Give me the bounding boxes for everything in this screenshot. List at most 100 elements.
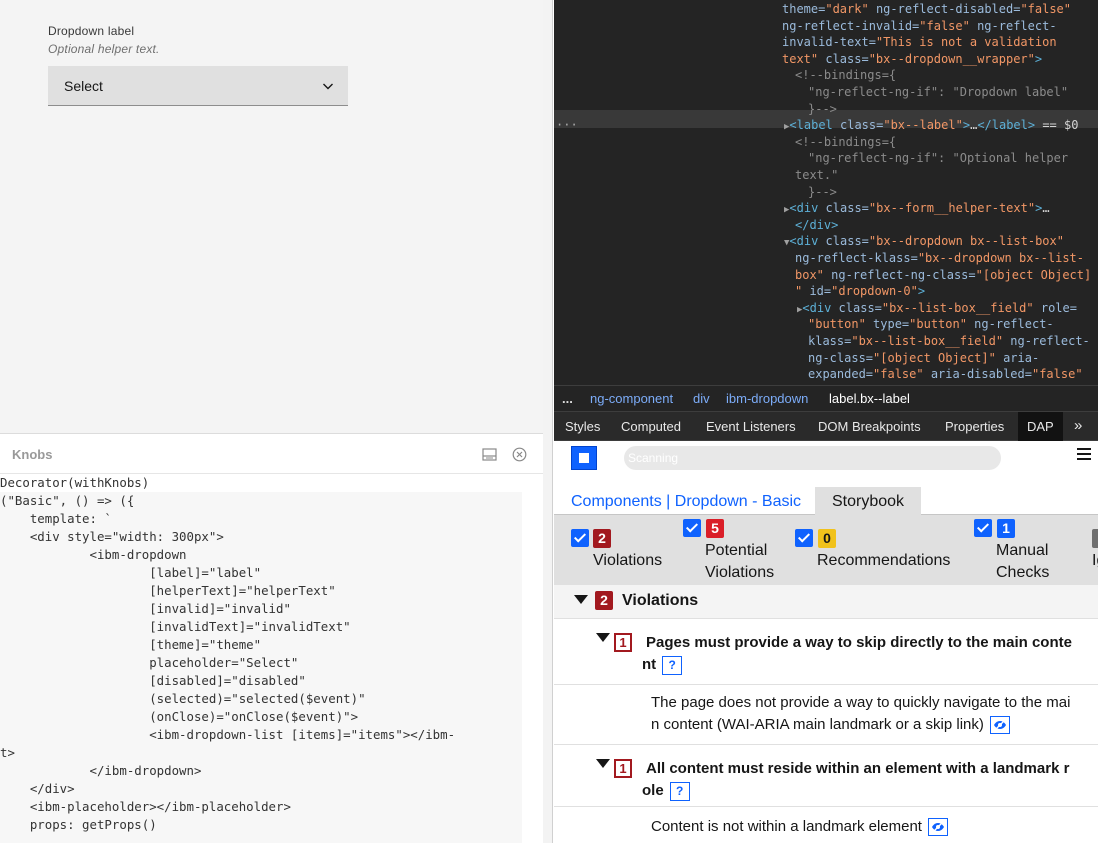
tab-properties[interactable]: Properties [945,419,1004,434]
issue-counts: 2 Violations 5 Potential Violations 0 Re… [554,515,1098,585]
dom-token: "dropdown-0" [831,284,918,299]
dom-token: ng-class= [808,350,874,365]
rule-group[interactable]: 1 All content must reside within an elem… [554,745,1098,807]
dom-token: box" [795,267,824,282]
dom-token: role= [1033,300,1077,315]
caret-down-icon[interactable] [574,595,588,604]
tab-dap[interactable]: DAP [1018,412,1063,441]
breadcrumb-item-ibm-dropdown[interactable]: ibm-dropdown [726,391,808,406]
tab-dom-breakpoints[interactable]: DOM Breakpoints [818,419,921,434]
rule-group[interactable]: 1 Pages must provide a way to skip direc… [554,619,1098,685]
dom-node-line[interactable]: expanded="false" aria-disabled="false" [808,366,1083,382]
code-line: [invalid]="invalid" [0,601,291,616]
dom-token: "[object Object] [975,267,1092,282]
dom-node-line[interactable]: <!--bindings={ [795,67,896,83]
issue-message-text: Content is not within a landmark element [651,818,922,835]
knobs-header: Knobs [0,434,543,474]
tab-event-listeners[interactable]: Event Listeners [706,419,796,434]
issue-item[interactable]: The page does not provide a way to quick… [554,685,1098,745]
issue-message-line2-text: n content (WAI-ARIA main landmark or a s… [651,716,984,733]
dom-token: <div [789,234,819,249]
violations-section-header[interactable]: 2 Violations [554,585,1098,619]
stop-icon [579,453,589,463]
dropdown-label: Dropdown label [48,24,135,38]
stop-scan-button[interactable] [571,446,597,470]
pane-splitter[interactable] [543,0,553,843]
dom-node-line[interactable]: ng-reflect-klass="bx--dropdown bx--list- [795,250,1084,266]
caret-down-icon[interactable] [596,633,610,642]
eye-icon[interactable] [989,716,1010,735]
dom-node-line[interactable]: " id="dropdown-0"> [795,283,925,299]
dap-toolbar: Scanning [554,441,1098,487]
dom-token: type= [865,317,910,332]
dom-token: theme= [782,2,826,16]
issue-message-line1: The page does not provide a way to quick… [651,694,1071,711]
dom-node-line[interactable]: ▶<div class="bx--form__helper-text">… [784,200,1050,218]
code-line: Decorator(withKnobs) [0,475,150,490]
dropdown-field[interactable]: Select [48,66,348,106]
dom-node-line[interactable]: box" ng-reflect-ng-class="[object Object… [795,267,1091,283]
issue-item[interactable]: Content is not within a landmark element [554,807,1098,843]
issue-message: Content is not within a landmark element [651,816,948,838]
code-line: ("Basic", () => ({ [0,493,135,508]
hamburger-menu-icon[interactable] [1077,447,1091,461]
dom-token: </div> [795,217,839,232]
dom-node-line[interactable]: </div> [795,217,838,233]
violations-label: Violations [593,552,663,569]
tab-styles[interactable]: Styles [565,419,600,434]
row-ellipsis[interactable]: ··· [556,117,578,133]
dom-node-line[interactable]: ▶<div class="bx--list-box__field" role= [797,300,1077,318]
recommendations-checkbox[interactable] [795,529,813,547]
dom-node-line[interactable]: "ng-reflect-ng-if": "Dropdown label" [808,84,1068,100]
breadcrumb-ellipsis[interactable]: ... [562,391,573,406]
dom-node-line[interactable]: klass="bx--list-box__field" ng-reflect- [808,333,1090,349]
dom-node-line[interactable]: }--> [808,184,837,200]
dom-token: class= [818,201,869,216]
dom-node-line[interactable]: "ng-reflect-ng-if": "Optional helper [808,150,1068,166]
dom-node-line[interactable]: ng-class="[object Object]" aria- [808,350,1039,366]
breadcrumb-item-label[interactable]: label.bx--label [829,391,910,406]
dom-node-line[interactable]: "button" type="button" ng-reflect- [808,316,1054,332]
code-line: t> [0,745,15,760]
eye-icon[interactable] [927,818,948,837]
code-line: <ibm-dropdown [0,547,187,562]
code-line: placeholder="Select" [0,655,299,670]
section-title: Violations [622,592,699,609]
breadcrumb-item-ng-component[interactable]: ng-component [590,391,673,406]
potential-violations-checkbox[interactable] [683,519,701,537]
help-button[interactable]: ? [669,781,690,801]
ignored-label: Ig [1092,552,1098,569]
dom-token: "ng-reflect-ng-if": "Optional helper [808,151,1069,166]
dom-node-line[interactable]: theme="dark" ng-reflect-disabled="false" [782,1,1071,17]
violations-checkbox[interactable] [571,529,589,547]
caret-down-icon[interactable] [596,759,610,768]
dom-node-line[interactable]: <!--bindings={ [795,134,896,150]
tab-page-results[interactable]: Components | Dropdown - Basic [571,487,801,515]
dom-token: class= [818,234,869,249]
help-button[interactable]: ? [662,655,683,675]
dom-token: <div [802,300,832,315]
more-tabs-icon[interactable]: » [1074,417,1082,434]
breadcrumb-item-div[interactable]: div [693,391,710,406]
dom-token: "false" [873,367,924,382]
dom-node-line[interactable]: ng-reflect-invalid="false" ng-reflect- [782,18,1057,34]
dom-node-line[interactable]: invalid-text="This is not a validation [782,34,1057,50]
dom-token: "bx--label" [883,118,963,133]
issue-message: The page does not provide a way to quick… [651,692,1070,736]
dock-panel-icon[interactable] [482,447,497,462]
dom-node-line[interactable]: }--> [808,101,837,117]
close-icon[interactable] [512,447,527,462]
dom-token: </label> [977,118,1036,133]
code-line: [label]="label" [0,565,262,580]
code-line: template: ` [0,511,112,526]
dom-node-line[interactable]: text" class="bx--dropdown__wrapper"> [782,51,1042,67]
dom-node-line[interactable]: ▼<div class="bx--dropdown bx--list-box" [784,233,1064,251]
manual-checks-label-line2: Checks [996,564,1050,581]
tab-storybook[interactable]: Storybook [815,487,921,515]
manual-checks-checkbox[interactable] [974,519,992,537]
dom-token: expanded= [808,367,874,382]
tab-computed[interactable]: Computed [621,419,681,434]
dom-token: "dark" [825,2,869,16]
dom-node-line[interactable]: text." [795,167,838,183]
dom-node-line[interactable]: ▶<label class="bx--label">…</label> == $… [784,117,1078,135]
